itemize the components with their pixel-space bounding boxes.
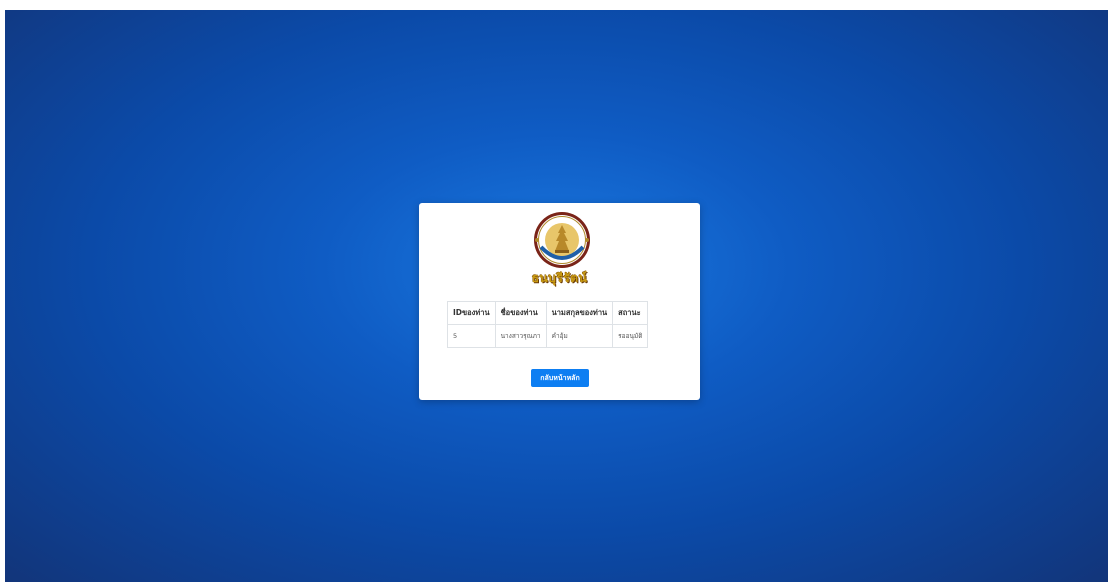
result-card: ธนบุรีรัตน์ IDของท่าน ชื่อของท่าน นามสกุ… bbox=[419, 203, 700, 400]
header-last-name: นามสกุลของท่าน bbox=[545, 301, 614, 325]
cell-id: 5 bbox=[447, 324, 496, 348]
table-header-row: IDของท่าน ชื่อของท่าน นามสกุลของท่าน สถา… bbox=[447, 301, 649, 325]
cell-first-name: นางสาวรุณภา bbox=[494, 324, 547, 348]
page-background: ธนบุรีรัตน์ IDของท่าน ชื่อของท่าน นามสกุ… bbox=[5, 10, 1108, 582]
back-home-button[interactable]: กลับหน้าหลัก bbox=[531, 369, 589, 387]
seal-logo bbox=[534, 212, 590, 268]
header-id: IDของท่าน bbox=[447, 301, 496, 325]
brand-title: ธนบุรีรัตน์ bbox=[531, 271, 588, 285]
table-row: 5 นางสาวรุณภา คำอุ้ม รออนุมัติ bbox=[447, 324, 649, 348]
cell-last-name: คำอุ้ม bbox=[545, 324, 614, 348]
header-status: สถานะ bbox=[612, 301, 649, 325]
result-table: IDของท่าน ชื่อของท่าน นามสกุลของท่าน สถา… bbox=[447, 301, 649, 348]
header-first-name: ชื่อของท่าน bbox=[494, 301, 547, 325]
cell-status: รออนุมัติ bbox=[612, 324, 649, 348]
